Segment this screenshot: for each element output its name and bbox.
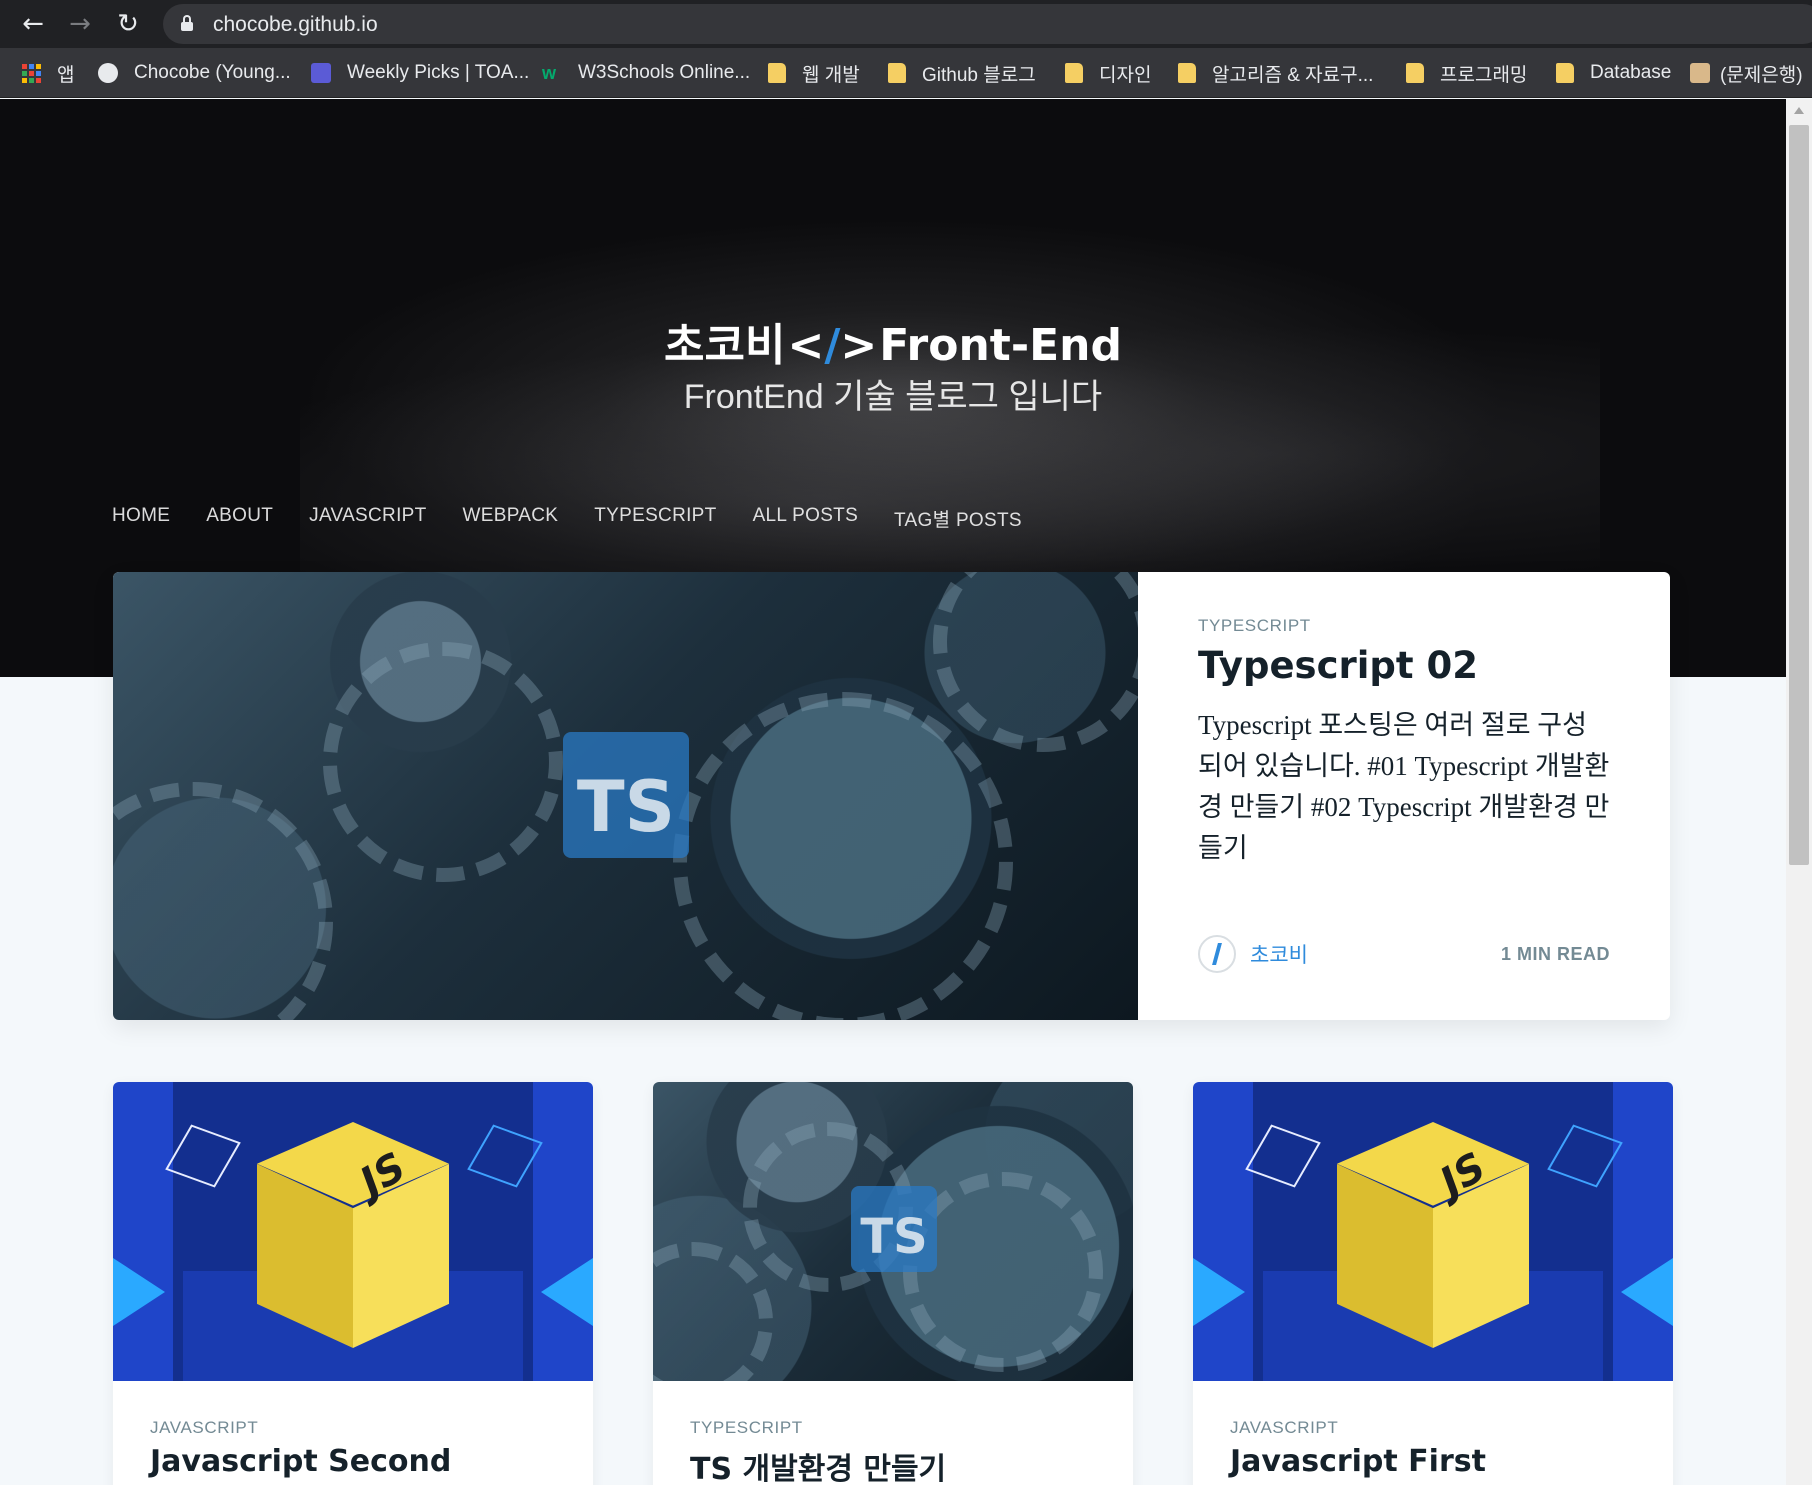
featured-post-image[interactable]: TS [113,572,1138,1020]
bookmark-label: 웹 개발 [802,64,860,86]
wireframe-cube-icon [1245,1124,1321,1188]
reading-time: 1 MIN READ [1500,943,1610,964]
nav-about[interactable]: ABOUT [206,505,273,532]
post-title[interactable]: Typescript 02 [1198,644,1610,687]
featured-post-content: TYPESCRIPT Typescript 02 Typescript 포스팅은… [1138,572,1670,1020]
post-title[interactable]: Javascript Second [150,1444,451,1479]
pe-icon [1690,63,1710,83]
post-title[interactable]: TS 개발환경 만들기 [690,1444,946,1485]
bookmark-label: Github 블로그 [922,64,1036,86]
post-image[interactable]: TS [653,1082,1133,1381]
avatar[interactable] [1198,935,1236,973]
author[interactable]: 초코비 [1198,935,1308,973]
forward-arrow-icon[interactable]: → [64,8,96,40]
wireframe-cube-icon [1547,1124,1623,1188]
code-mark-icon: </> [787,320,878,371]
post-tag[interactable]: JAVASCRIPT [1230,1418,1486,1438]
folder-icon [1556,63,1574,83]
site-title[interactable]: 초코비</>Front-End [0,309,1786,373]
site-title-prefix: 초코비 [664,320,786,371]
folder-icon [768,63,786,83]
nav-tag-posts[interactable]: TAG별 POSTS [894,505,1022,532]
folder-icon [1065,63,1083,83]
nav-home[interactable]: HOME [112,505,170,532]
gear-icon [673,692,1013,1020]
site-description: FrontEnd 기술 블로그 입니다 [683,378,1103,416]
bookmark-folder-web[interactable]: 웹 개발 [768,58,860,88]
typescript-logo-icon: TS [851,1186,937,1272]
nav-javascript[interactable]: JAVASCRIPT [309,505,426,532]
post-tag[interactable]: JAVASCRIPT [150,1418,451,1438]
gear-icon [653,1242,773,1381]
page-viewport: 초코비</>Front-End FrontEnd 기술 블로그 입니다 HOME… [0,99,1786,1485]
bookmark-folder-database[interactable]: Database [1556,58,1671,88]
bookmark-problem-bank[interactable]: (문제은행) [1690,58,1803,88]
lock-icon[interactable] [181,15,193,31]
browser-toolbar: ← → ↻ chocobe.github.io [0,0,1812,48]
bookmark-chocobe[interactable]: Chocobe (Young... [98,58,291,88]
back-arrow-icon[interactable]: ← [17,8,49,40]
bookmark-weekly-picks[interactable]: Weekly Picks | TOA... [311,58,529,88]
bookmark-label: 디자인 [1099,64,1152,86]
post-image[interactable]: JS [113,1082,593,1381]
bookmark-folder-programming[interactable]: 프로그래밍 [1406,58,1527,88]
chevron-icon [1621,1258,1673,1326]
bookmark-label: 알고리즘 & 자료구... [1212,64,1374,86]
bookmark-label: 앱 [57,64,75,86]
post-card-content: JAVASCRIPT Javascript Second [150,1418,451,1479]
post-card[interactable]: JS JAVASCRIPT Javascript Second [113,1082,593,1485]
address-bar[interactable]: chocobe.github.io [163,4,1812,44]
ui-square-icon [311,63,331,83]
post-image[interactable]: JS [1193,1082,1673,1381]
bookmark-folder-algorithm[interactable]: 알고리즘 & 자료구... [1178,58,1373,88]
bookmark-label: Chocobe (Young... [134,62,291,83]
post-meta: 초코비 1 MIN READ [1198,934,1610,974]
wireframe-cube-icon [467,1124,543,1188]
bookmark-label: Weekly Picks | TOA... [347,62,530,83]
nav-all-posts[interactable]: ALL POSTS [753,505,858,532]
chevron-icon [541,1258,593,1326]
featured-post-card[interactable]: TS TYPESCRIPT Typescript 02 Typescript 포… [113,572,1670,1020]
bookmarks-bar: 앱 Chocobe (Young... Weekly Picks | TOA..… [0,48,1812,98]
post-excerpt[interactable]: Typescript 포스팅은 여러 절로 구성되어 있습니다. #01 Typ… [1198,705,1610,869]
chevron-icon [1193,1258,1245,1326]
scrollbar-thumb[interactable] [1789,125,1809,865]
bookmark-folder-design[interactable]: 디자인 [1065,58,1151,88]
post-card-content: TYPESCRIPT TS 개발환경 만들기 [690,1418,946,1485]
reload-icon[interactable]: ↻ [112,8,144,40]
chevron-icon [113,1258,165,1326]
apps-grid-icon [22,63,41,83]
bookmark-label: Database [1590,62,1672,83]
gear-icon [323,642,563,882]
post-tag[interactable]: TYPESCRIPT [1198,616,1610,636]
site-title-suffix: Front-End [879,320,1122,371]
folder-icon [888,63,906,83]
post-card[interactable]: JS JAVASCRIPT Javascript First [1193,1082,1673,1485]
author-name[interactable]: 초코비 [1250,939,1308,969]
site-nav: HOME ABOUT JAVASCRIPT WEBPACK TYPESCRIPT… [112,505,1022,532]
bookmark-label: (문제은행) [1720,64,1803,86]
nav-webpack[interactable]: WEBPACK [463,505,559,532]
folder-icon [1406,63,1424,83]
github-icon [98,63,118,83]
bookmark-folder-github-blog[interactable]: Github 블로그 [888,58,1036,88]
page-scrollbar[interactable] [1786,99,1812,1485]
w3schools-icon: w [542,63,557,83]
gear-icon [113,782,333,1020]
post-card[interactable]: TS TYPESCRIPT TS 개발환경 만들기 [653,1082,1133,1485]
wireframe-cube-icon [165,1124,241,1188]
post-card-content: JAVASCRIPT Javascript First [1230,1418,1486,1479]
gear-icon [933,572,1138,752]
bookmark-label: W3Schools Online... [578,62,751,83]
post-tag[interactable]: TYPESCRIPT [690,1418,946,1438]
scroll-up-arrow-icon[interactable] [1794,107,1804,114]
post-title[interactable]: Javascript First [1230,1444,1486,1479]
folder-icon [1178,63,1196,83]
url-text[interactable]: chocobe.github.io [213,13,378,37]
typescript-logo-icon: TS [563,732,689,858]
nav-typescript[interactable]: TYPESCRIPT [594,505,716,532]
bookmark-label: 프로그래밍 [1440,64,1528,86]
bookmark-w3schools[interactable]: w W3Schools Online... [542,58,750,88]
bookmark-apps[interactable]: 앱 [22,58,74,88]
